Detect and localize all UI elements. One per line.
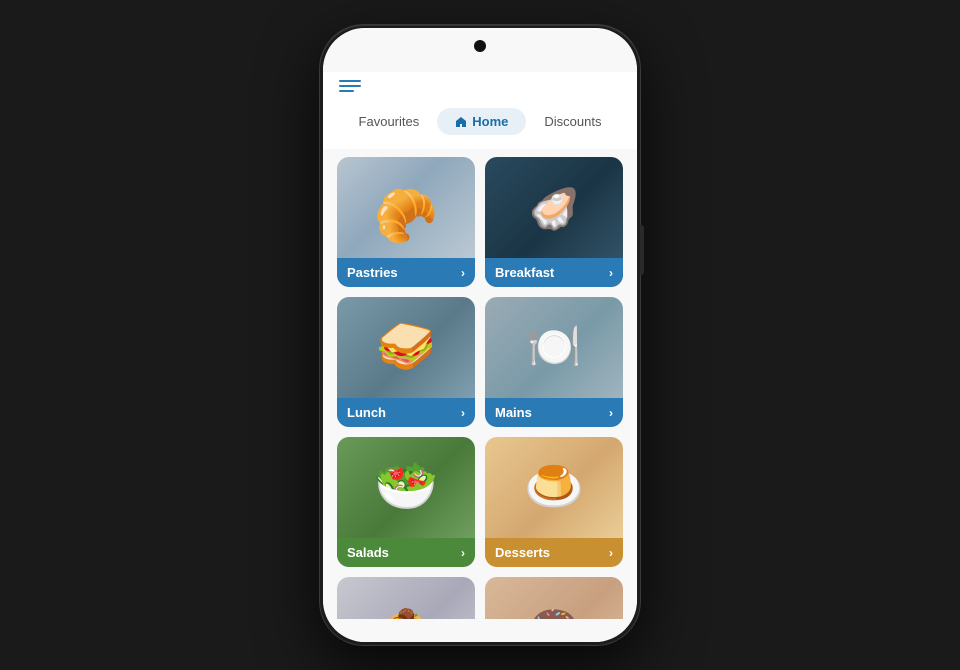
camera-notch — [474, 40, 486, 52]
extra1-image — [337, 577, 475, 619]
breakfast-chevron: › — [609, 266, 613, 280]
category-card-desserts[interactable]: Desserts › — [485, 437, 623, 567]
tab-favourites-label: Favourites — [359, 114, 420, 129]
mains-label-text: Mains — [495, 405, 532, 420]
desserts-label-text: Desserts — [495, 545, 550, 560]
category-card-extra2[interactable]: Drinks › — [485, 577, 623, 619]
salads-label-text: Salads — [347, 545, 389, 560]
desserts-chevron: › — [609, 546, 613, 560]
tab-bar: Favourites Home Discounts — [339, 102, 621, 145]
lunch-label-bar: Lunch › — [337, 398, 475, 427]
pastries-label-bar: Pastries › — [337, 258, 475, 287]
header: Favourites Home Discounts — [323, 72, 637, 149]
salads-label-bar: Salads › — [337, 538, 475, 567]
home-icon — [455, 116, 467, 128]
phone-device: Favourites Home Discounts — [320, 25, 640, 645]
category-card-breakfast[interactable]: Breakfast › — [485, 157, 623, 287]
extra2-image — [485, 577, 623, 619]
category-card-lunch[interactable]: Lunch › — [337, 297, 475, 427]
pastries-chevron: › — [461, 266, 465, 280]
category-card-salads[interactable]: Salads › — [337, 437, 475, 567]
tab-favourites[interactable]: Favourites — [341, 108, 438, 135]
tab-home[interactable]: Home — [437, 108, 526, 135]
category-card-extra1[interactable]: Snacks › — [337, 577, 475, 619]
category-grid: Pastries › Breakfast › Lunch › — [323, 149, 637, 619]
category-card-pastries[interactable]: Pastries › — [337, 157, 475, 287]
tab-discounts-label: Discounts — [544, 114, 601, 129]
mains-chevron: › — [609, 406, 613, 420]
desserts-label-bar: Desserts › — [485, 538, 623, 567]
lunch-chevron: › — [461, 406, 465, 420]
mains-label-bar: Mains › — [485, 398, 623, 427]
tab-discounts[interactable]: Discounts — [526, 108, 619, 135]
tab-home-label: Home — [472, 114, 508, 129]
breakfast-label-text: Breakfast — [495, 265, 554, 280]
salads-chevron: › — [461, 546, 465, 560]
breakfast-label-bar: Breakfast › — [485, 258, 623, 287]
lunch-label-text: Lunch — [347, 405, 386, 420]
pastries-label-text: Pastries — [347, 265, 398, 280]
screen-content: Favourites Home Discounts — [323, 28, 637, 642]
category-card-mains[interactable]: Mains › — [485, 297, 623, 427]
phone-screen: Favourites Home Discounts — [323, 28, 637, 642]
menu-icon[interactable] — [339, 80, 361, 92]
